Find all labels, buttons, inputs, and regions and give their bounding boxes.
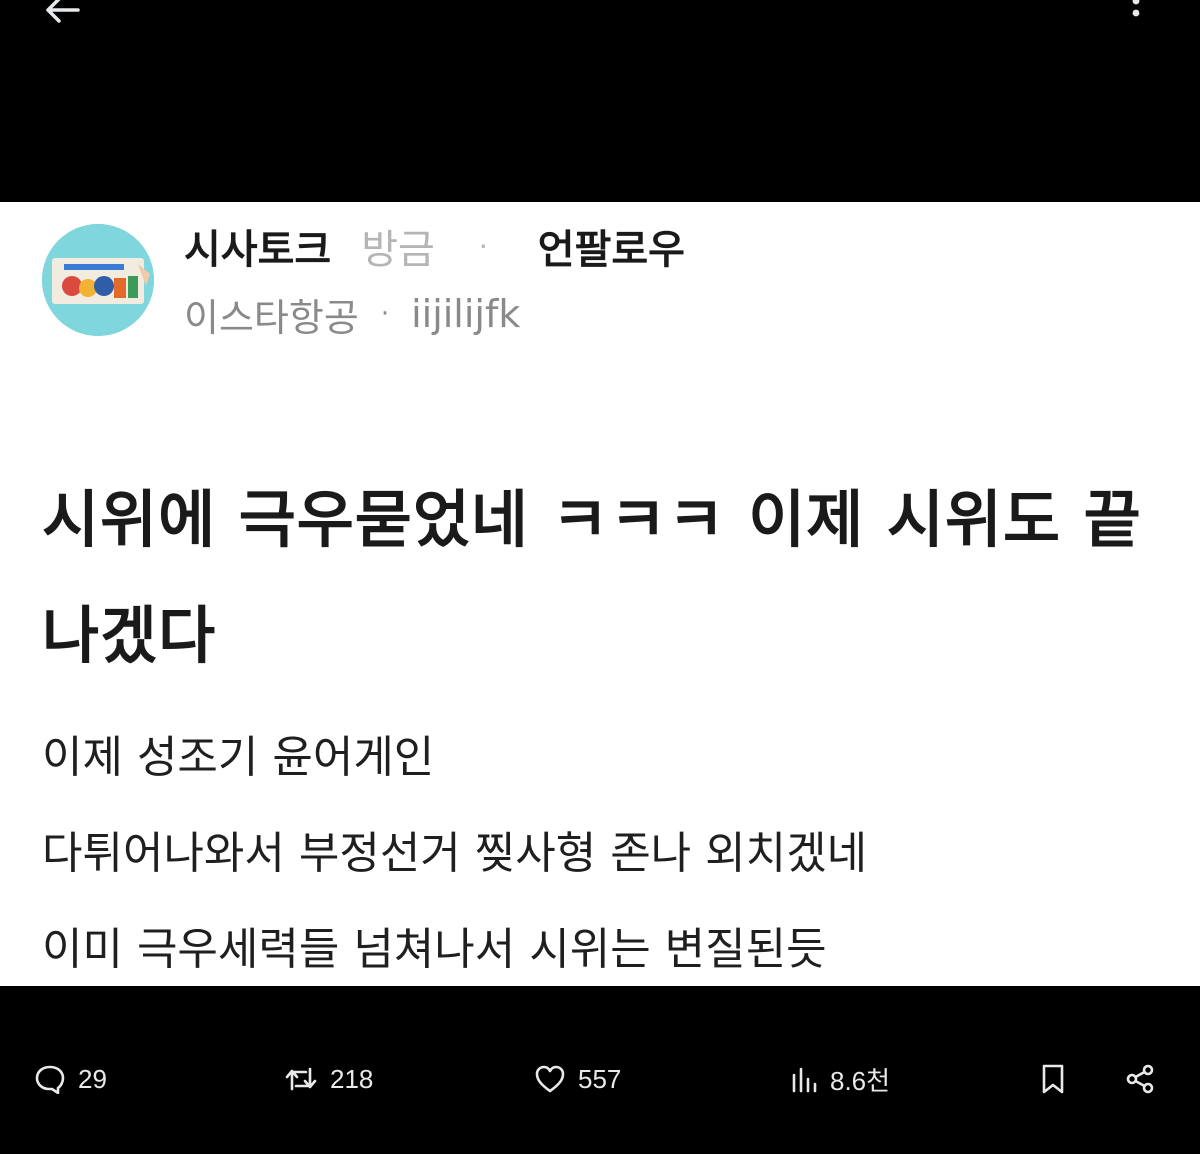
avatar-image	[42, 224, 154, 336]
body-line: 이제 성조기 윤어게인	[42, 732, 435, 783]
arrow-left-icon	[46, 0, 80, 23]
more-options-button[interactable]	[1118, 0, 1154, 28]
like-button[interactable]: 557	[534, 1048, 621, 1110]
repost-button[interactable]: 218	[284, 1048, 373, 1110]
separator-dot: ·	[478, 229, 488, 263]
repost-count: 218	[330, 1063, 374, 1094]
reply-button[interactable]: 29	[34, 1048, 107, 1110]
heart-icon	[535, 1065, 565, 1093]
post-body: 이제 성조기 윤어게인 다튀어나와서 부정선거 찢사형 존나 외치겠네 이미 극…	[42, 710, 1182, 986]
post-header-primary: 시사토크 방금 · 언팔로우	[184, 217, 685, 275]
views-button[interactable]: 8.6천	[790, 1048, 890, 1110]
bookmark-icon	[1042, 1064, 1064, 1094]
share-button[interactable]	[1124, 1048, 1156, 1110]
share-icon	[1126, 1064, 1154, 1094]
more-vertical-icon	[1132, 0, 1140, 17]
post-screenshot-card: 시사토크 방금 · 언팔로우 이스타항공 · iijilijfk 시위에 극우묻…	[0, 202, 1200, 986]
chat-bubble-icon	[35, 1065, 65, 1094]
author-affiliation: 이스타항공	[184, 295, 359, 340]
author-name[interactable]: 언팔로우	[538, 217, 685, 275]
tweet-action-bar: 29 218 557 8.6천	[0, 1048, 1200, 1110]
body-line: 이미 극우세력들 넘쳐나서 시위는 변질된듯	[42, 924, 827, 975]
separator-dot: ·	[380, 299, 390, 329]
board-name[interactable]: 시사토크	[184, 217, 331, 275]
back-button[interactable]	[40, 0, 84, 28]
body-line: 다튀어나와서 부정선거 찢사형 존나 외치겠네	[42, 828, 868, 879]
view-count: 8.6천	[830, 1065, 891, 1096]
top-bar	[0, 0, 1200, 202]
avatar	[42, 224, 154, 336]
post-header-secondary: 이스타항공 · iijilijfk	[184, 288, 520, 340]
reply-count: 29	[78, 1063, 107, 1094]
post-title: 시위에 극우묻었네 ㅋㅋㅋ 이제 시위도 끝나겠다	[42, 483, 1142, 672]
repost-icon	[285, 1067, 317, 1091]
like-count: 557	[578, 1063, 622, 1094]
bookmark-button[interactable]	[1040, 1048, 1066, 1110]
author-handle: iijilijfk	[411, 292, 521, 336]
post-time: 방금	[361, 227, 435, 273]
bar-chart-icon	[792, 1067, 817, 1093]
